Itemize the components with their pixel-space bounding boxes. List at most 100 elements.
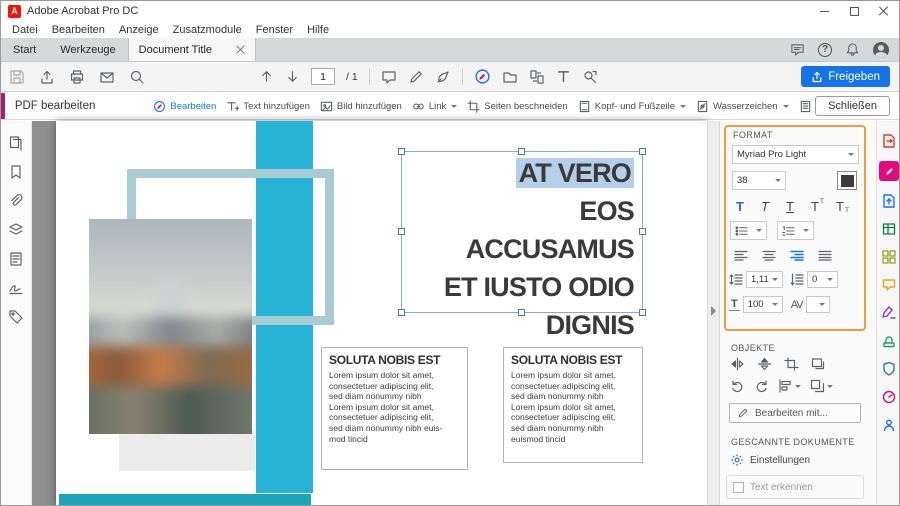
organize-pages-icon[interactable] xyxy=(881,249,897,265)
tool-kopf-fusszeile[interactable]: Kopf- und Fußzeile xyxy=(578,100,686,113)
ink-signature-icon[interactable] xyxy=(435,69,451,85)
comment-tool-icon[interactable] xyxy=(881,277,897,293)
schliessen-button[interactable]: Schließen xyxy=(815,96,890,116)
italic-button[interactable]: T xyxy=(754,197,776,215)
line-spacing-select[interactable]: 1,11 xyxy=(746,271,783,288)
previous-page-icon[interactable] xyxy=(259,69,274,84)
tab-start[interactable]: Start xyxy=(1,38,48,61)
page-number-input[interactable]: 1 xyxy=(311,68,335,85)
einstellungen-button[interactable]: Einstellungen xyxy=(730,453,810,467)
text-column-2[interactable]: SOLUTA NOBIS EST Lorem ipsum dolor sit a… xyxy=(503,347,643,463)
character-spacing-select[interactable] xyxy=(806,296,830,313)
print-icon[interactable] xyxy=(69,69,85,85)
edit-pdf-active-icon[interactable] xyxy=(879,161,899,181)
bearbeiten-mit-button[interactable]: Bearbeiten mit... xyxy=(729,403,861,423)
paragraph-spacing-select[interactable]: 0 xyxy=(807,271,838,288)
feedback-bubble-icon[interactable] xyxy=(790,42,805,57)
text-column-1[interactable]: SOLUTA NOBIS EST Lorem ipsum dolor sit a… xyxy=(321,347,468,470)
panel-collapse-strip[interactable] xyxy=(707,121,719,506)
font-color-swatch[interactable] xyxy=(837,171,857,190)
tool-wasserzeichen[interactable]: Wasserzeichen xyxy=(696,100,789,113)
menu-bearbeiten[interactable]: Bearbeiten xyxy=(45,24,112,36)
export-pdf-icon[interactable] xyxy=(881,133,897,149)
page-thumbnails-icon[interactable] xyxy=(8,135,24,151)
layers-icon[interactable] xyxy=(8,222,24,238)
arrange-objects-button[interactable] xyxy=(810,379,833,393)
menu-fenster[interactable]: Fenster xyxy=(249,24,300,36)
convert-pages-icon[interactable] xyxy=(529,69,545,85)
bold-button[interactable]: T xyxy=(729,197,751,215)
tool-text-hinzufuegen[interactable]: Text hinzufügen xyxy=(226,100,310,113)
align-left-button[interactable] xyxy=(729,246,752,264)
tool-mehr[interactable]: Mehr xyxy=(799,100,815,113)
tab-close-icon[interactable] xyxy=(236,45,245,54)
bullet-list-button[interactable] xyxy=(730,221,767,240)
selection-handle-nw[interactable] xyxy=(398,148,405,155)
accessibility-icon[interactable] xyxy=(881,417,897,433)
text-erkennen-row[interactable]: Text erkennen xyxy=(726,475,864,499)
comment-icon[interactable] xyxy=(381,69,397,85)
signatures-icon[interactable] xyxy=(8,280,24,296)
text-erkennen-checkbox[interactable] xyxy=(733,482,744,493)
save-icon[interactable] xyxy=(9,69,25,85)
pencil-icon[interactable] xyxy=(408,69,424,85)
edit-pdf-tool-icon[interactable] xyxy=(474,68,491,85)
selection-handle-e[interactable] xyxy=(639,228,646,235)
tool-link[interactable]: Link xyxy=(412,100,457,113)
document-canvas[interactable]: AT VERO EOS ACCUSAMUS ET IUSTO ODIO DIGN… xyxy=(32,121,707,506)
selection-handle-sw[interactable] xyxy=(398,309,405,316)
superscript-button[interactable]: T xyxy=(804,197,826,215)
help-icon[interactable] xyxy=(818,43,832,57)
add-text-icon[interactable] xyxy=(556,69,571,84)
page-teal-footer[interactable] xyxy=(59,494,311,506)
freigeben-button[interactable]: Freigeben xyxy=(801,66,890,87)
numbered-list-button[interactable] xyxy=(777,221,814,240)
close-button[interactable] xyxy=(869,1,899,21)
menu-anzeige[interactable]: Anzeige xyxy=(112,24,166,36)
tags-icon[interactable] xyxy=(8,309,24,325)
crop-object-icon[interactable] xyxy=(784,357,799,371)
minimize-button[interactable] xyxy=(809,1,839,21)
align-objects-button[interactable] xyxy=(778,379,801,393)
tab-document[interactable]: Document Title xyxy=(128,38,256,61)
menu-datei[interactable]: Datei xyxy=(5,24,45,36)
align-justify-button[interactable] xyxy=(813,246,836,264)
tool-seiten-beschneiden[interactable]: Seiten beschneiden xyxy=(467,100,567,113)
bookmarks-icon[interactable] xyxy=(8,164,24,180)
document-heading[interactable]: AT VERO EOS ACCUSAMUS ET IUSTO ODIO DIGN… xyxy=(406,154,634,344)
maximize-button[interactable] xyxy=(839,1,869,21)
notifications-bell-icon[interactable] xyxy=(845,42,860,57)
subscript-button[interactable]: T xyxy=(829,197,851,215)
font-family-select[interactable]: Myriad Pro Light xyxy=(732,145,859,164)
next-page-icon[interactable] xyxy=(285,69,300,84)
create-pdf-icon[interactable] xyxy=(881,193,897,209)
rotate-left-icon[interactable] xyxy=(730,379,745,393)
tool-bearbeiten[interactable]: Bearbeiten xyxy=(153,100,216,113)
zoom-icon[interactable] xyxy=(129,69,145,85)
protect-shield-icon[interactable] xyxy=(881,361,897,377)
user-avatar[interactable] xyxy=(873,42,889,58)
fill-sign-icon[interactable] xyxy=(881,305,897,321)
font-size-select[interactable]: 38 xyxy=(732,171,786,190)
menu-zusatzmodule[interactable]: Zusatzmodule xyxy=(166,24,249,36)
attachments-icon[interactable] xyxy=(8,193,24,209)
find-replace-icon[interactable] xyxy=(582,69,598,85)
optimize-pdf-icon[interactable] xyxy=(881,389,897,405)
underline-button[interactable]: T xyxy=(779,197,801,215)
align-center-button[interactable] xyxy=(757,246,780,264)
email-icon[interactable] xyxy=(99,69,115,85)
align-right-button[interactable] xyxy=(785,246,808,264)
replace-image-icon[interactable] xyxy=(811,357,826,371)
page-photo[interactable] xyxy=(89,219,252,434)
selection-handle-w[interactable] xyxy=(398,228,405,235)
rotate-right-icon[interactable] xyxy=(754,379,769,393)
tab-werkzeuge[interactable]: Werkzeuge xyxy=(48,38,127,61)
horizontal-scale-select[interactable]: 100 xyxy=(743,296,783,313)
export-spreadsheet-icon[interactable] xyxy=(881,221,897,237)
upload-icon[interactable] xyxy=(39,69,55,85)
folder-icon[interactable] xyxy=(502,69,518,85)
collapse-right-panel-icon[interactable] xyxy=(711,306,716,316)
selection-handle-ne[interactable] xyxy=(639,148,646,155)
selection-handle-se[interactable] xyxy=(639,309,646,316)
page-gray-block[interactable] xyxy=(119,430,255,471)
